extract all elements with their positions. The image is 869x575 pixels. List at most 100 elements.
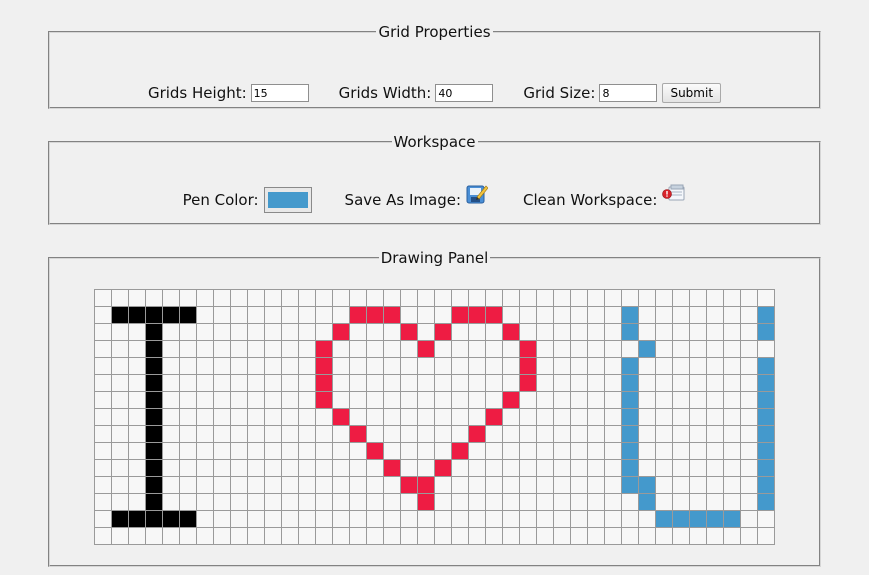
grid-cell[interactable] — [231, 307, 248, 324]
grid-cell[interactable] — [214, 341, 231, 358]
grid-cell[interactable] — [622, 324, 639, 341]
submit-button[interactable]: Submit — [662, 83, 722, 103]
grid-cell[interactable] — [95, 460, 112, 477]
grid-cell[interactable] — [367, 443, 384, 460]
grid-cell[interactable] — [231, 477, 248, 494]
grid-cell[interactable] — [486, 477, 503, 494]
grid-cell[interactable] — [418, 477, 435, 494]
grid-cell[interactable] — [639, 528, 656, 545]
grid-cell[interactable] — [520, 307, 537, 324]
grid-cell[interactable] — [180, 290, 197, 307]
grid-cell[interactable] — [299, 358, 316, 375]
grid-cell[interactable] — [401, 409, 418, 426]
grid-cell[interactable] — [554, 324, 571, 341]
grid-cell[interactable] — [214, 426, 231, 443]
grid-cell[interactable] — [350, 426, 367, 443]
grid-cell[interactable] — [401, 460, 418, 477]
grid-cell[interactable] — [248, 409, 265, 426]
grid-cell[interactable] — [350, 494, 367, 511]
grid-cell[interactable] — [282, 511, 299, 528]
grid-cell[interactable] — [231, 358, 248, 375]
grid-cell[interactable] — [571, 375, 588, 392]
grid-cell[interactable] — [197, 290, 214, 307]
grid-cell[interactable] — [656, 477, 673, 494]
grid-cell[interactable] — [401, 341, 418, 358]
grid-cell[interactable] — [214, 307, 231, 324]
grid-cell[interactable] — [282, 307, 299, 324]
grid-cell[interactable] — [367, 358, 384, 375]
grid-cell[interactable] — [265, 426, 282, 443]
grid-cell[interactable] — [384, 477, 401, 494]
grid-cell[interactable] — [588, 290, 605, 307]
grid-cell[interactable] — [537, 392, 554, 409]
grid-cell[interactable] — [248, 290, 265, 307]
grid-cell[interactable] — [690, 290, 707, 307]
grid-cell[interactable] — [418, 341, 435, 358]
grid-cell[interactable] — [469, 324, 486, 341]
grid-cell[interactable] — [452, 511, 469, 528]
grid-cell[interactable] — [112, 426, 129, 443]
grid-cell[interactable] — [350, 477, 367, 494]
grid-cell[interactable] — [656, 324, 673, 341]
grid-cell[interactable] — [520, 392, 537, 409]
grid-cell[interactable] — [673, 392, 690, 409]
grid-cell[interactable] — [656, 358, 673, 375]
grid-cell[interactable] — [180, 324, 197, 341]
grid-cell[interactable] — [554, 460, 571, 477]
grid-cell[interactable] — [605, 443, 622, 460]
grid-cell[interactable] — [724, 528, 741, 545]
grid-cell[interactable] — [588, 494, 605, 511]
grid-cell[interactable] — [520, 477, 537, 494]
grid-cell[interactable] — [690, 494, 707, 511]
grid-cell[interactable] — [112, 375, 129, 392]
grid-cell[interactable] — [316, 443, 333, 460]
grid-cell[interactable] — [384, 341, 401, 358]
grid-cell[interactable] — [129, 426, 146, 443]
grid-cell[interactable] — [282, 375, 299, 392]
grid-cell[interactable] — [163, 460, 180, 477]
grid-cell[interactable] — [656, 290, 673, 307]
grid-cell[interactable] — [707, 392, 724, 409]
grid-cell[interactable] — [282, 409, 299, 426]
grid-cell[interactable] — [520, 375, 537, 392]
grid-cell[interactable] — [571, 392, 588, 409]
grid-cell[interactable] — [384, 426, 401, 443]
grid-cell[interactable] — [129, 511, 146, 528]
grid-cell[interactable] — [571, 511, 588, 528]
grid-cell[interactable] — [486, 494, 503, 511]
grid-cell[interactable] — [146, 409, 163, 426]
grid-cell[interactable] — [724, 324, 741, 341]
grid-cell[interactable] — [180, 358, 197, 375]
grid-cell[interactable] — [282, 460, 299, 477]
grid-cell[interactable] — [299, 409, 316, 426]
grid-cell[interactable] — [333, 528, 350, 545]
grid-cell[interactable] — [163, 358, 180, 375]
grid-cell[interactable] — [163, 307, 180, 324]
grid-cell[interactable] — [724, 290, 741, 307]
grid-cell[interactable] — [554, 375, 571, 392]
grid-cell[interactable] — [316, 477, 333, 494]
grid-cell[interactable] — [180, 307, 197, 324]
grid-cell[interactable] — [435, 324, 452, 341]
grid-cell[interactable] — [299, 341, 316, 358]
grid-cell[interactable] — [639, 290, 656, 307]
grid-cell[interactable] — [622, 426, 639, 443]
save-image-icon[interactable] — [466, 183, 489, 209]
grid-cell[interactable] — [571, 409, 588, 426]
grid-cell[interactable] — [333, 358, 350, 375]
grid-cell[interactable] — [401, 443, 418, 460]
grid-cell[interactable] — [741, 528, 758, 545]
grid-cell[interactable] — [673, 358, 690, 375]
grid-cell[interactable] — [673, 375, 690, 392]
grid-cell[interactable] — [282, 477, 299, 494]
grid-cell[interactable] — [605, 494, 622, 511]
grid-cell[interactable] — [112, 324, 129, 341]
grid-cell[interactable] — [520, 290, 537, 307]
grid-cell[interactable] — [707, 375, 724, 392]
grid-cell[interactable] — [435, 392, 452, 409]
grid-cell[interactable] — [741, 477, 758, 494]
grid-cell[interactable] — [384, 324, 401, 341]
grid-cell[interactable] — [673, 307, 690, 324]
grid-cell[interactable] — [163, 341, 180, 358]
grid-cell[interactable] — [435, 426, 452, 443]
